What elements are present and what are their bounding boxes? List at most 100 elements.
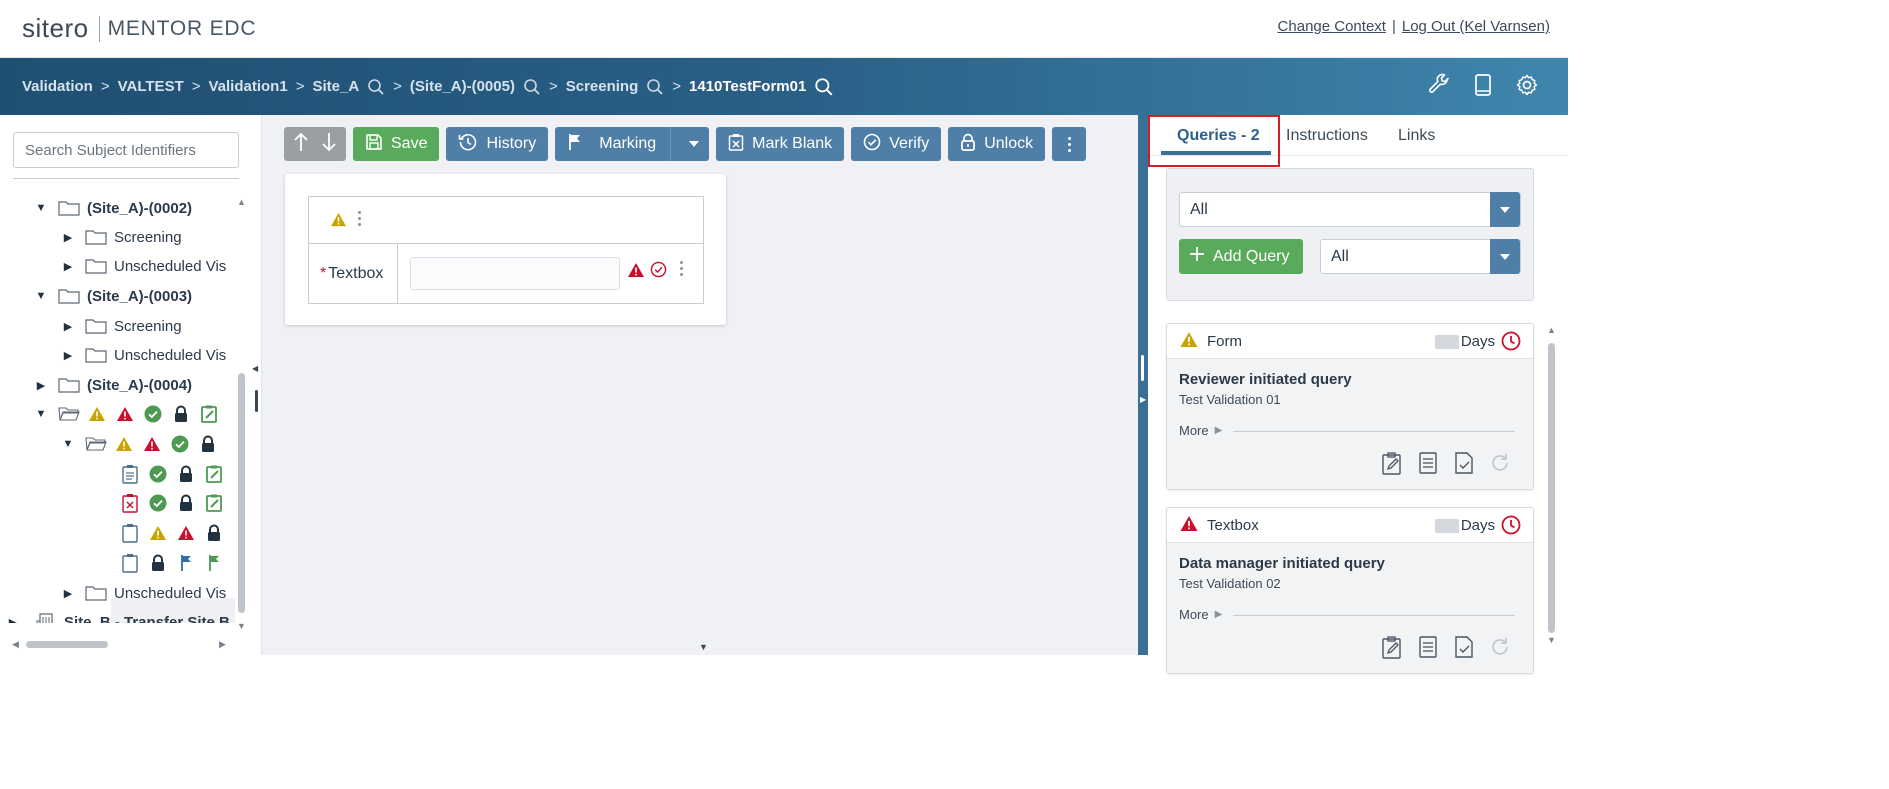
query-more-toggle[interactable]: More ▶: [1179, 423, 1222, 438]
scroll-up-icon[interactable]: ▲: [1547, 325, 1556, 335]
collapse-icon[interactable]: ▼: [34, 408, 48, 420]
query-more-toggle[interactable]: More ▶: [1179, 607, 1222, 622]
respond-icon[interactable]: [1381, 635, 1403, 664]
chevron-down-icon[interactable]: [1490, 239, 1520, 274]
status-filter-select[interactable]: All: [1179, 192, 1521, 227]
expand-icon[interactable]: ▶: [61, 231, 75, 244]
tree-node-subject[interactable]: ▶ (Site_A)-(0004): [34, 371, 192, 399]
tree-node-form-selected[interactable]: [120, 519, 223, 547]
tree-node-visit[interactable]: ▶ Unscheduled Vis: [61, 579, 227, 607]
tree-node-subject[interactable]: ▼ (Site_A)-(0002): [34, 194, 192, 222]
scroll-down-icon[interactable]: ▼: [1547, 635, 1556, 645]
verify-button[interactable]: Verify: [851, 127, 942, 161]
history-button[interactable]: History: [446, 127, 549, 161]
scroll-left-icon[interactable]: ◀: [12, 639, 19, 650]
form-search-icon[interactable]: [814, 77, 834, 97]
change-context-link[interactable]: Change Context: [1278, 18, 1386, 35]
tree-node-site[interactable]: ▶ Site_B - Transfer Site B: [6, 608, 230, 623]
query-card[interactable]: Form Days Reviewer initiated query Test …: [1166, 323, 1534, 490]
wrench-icon[interactable]: [1426, 72, 1452, 98]
collapse-icon[interactable]: ▼: [61, 438, 75, 450]
expand-icon[interactable]: ▶: [61, 260, 75, 273]
tree-node-visit[interactable]: ▶ Unscheduled Vis: [61, 341, 227, 369]
tree-node-form[interactable]: [120, 549, 223, 577]
add-query-button[interactable]: Add Query: [1179, 239, 1303, 274]
scroll-right-icon[interactable]: ▶: [219, 639, 226, 650]
details-icon[interactable]: [1417, 635, 1439, 664]
breadcrumb-item-site[interactable]: Site_A: [312, 78, 359, 95]
tablet-icon[interactable]: [1470, 72, 1496, 98]
tree-horizontal-scrollbar[interactable]: ◀ ▶: [12, 639, 229, 650]
breadcrumb-item-study[interactable]: Validation: [22, 78, 93, 95]
form-menu-icon[interactable]: [358, 211, 361, 226]
query-card[interactable]: Textbox Days Data manager initiated quer…: [1166, 507, 1534, 674]
field-menu-icon[interactable]: [680, 261, 683, 276]
expand-icon[interactable]: ▶: [61, 320, 75, 333]
scroll-down-icon[interactable]: ▼: [237, 621, 246, 631]
tree-node-form[interactable]: [120, 489, 223, 517]
scroll-thumb[interactable]: [26, 641, 108, 648]
close-query-icon[interactable]: [1453, 635, 1475, 664]
mark-blank-label: Mark Blank: [752, 135, 833, 152]
splitter-grip[interactable]: [1141, 355, 1144, 381]
unlock-button[interactable]: Unlock: [948, 127, 1046, 161]
subject-tree-panel: ▼ (Site_A)-(0002) ▶ Screening ▶ Unschedu…: [0, 115, 262, 655]
breadcrumb-item-version[interactable]: Validation1: [209, 78, 288, 95]
error-icon[interactable]: [627, 262, 645, 283]
breadcrumb-item-environment[interactable]: VALTEST: [118, 78, 184, 95]
tree-vertical-scrollbar[interactable]: ▲ ▼: [237, 197, 247, 631]
collapse-sidebar-icon[interactable]: ◀: [252, 364, 258, 373]
panel-splitter[interactable]: ▶: [1138, 115, 1148, 655]
site-search-icon[interactable]: [367, 78, 385, 96]
expand-panel-icon[interactable]: ▶: [1140, 395, 1146, 404]
verify-status-icon[interactable]: [650, 261, 667, 283]
gear-icon[interactable]: [1514, 72, 1540, 98]
more-actions-button[interactable]: [1052, 127, 1087, 161]
type-filter-select[interactable]: All: [1320, 239, 1521, 274]
scroll-down-caret-icon[interactable]: ▼: [699, 642, 708, 652]
logout-link[interactable]: Log Out (Kel Varnsen): [1402, 18, 1550, 35]
reopen-icon[interactable]: [1489, 451, 1511, 480]
visit-search-icon[interactable]: [646, 78, 664, 96]
scroll-thumb[interactable]: [238, 373, 245, 613]
arrow-up-icon[interactable]: [294, 132, 308, 157]
tree-node-visit[interactable]: ▶ Unscheduled Vis: [61, 252, 227, 280]
close-query-icon[interactable]: [1453, 451, 1475, 480]
tab-instructions[interactable]: Instructions: [1286, 127, 1368, 145]
details-icon[interactable]: [1417, 451, 1439, 480]
subject-search-icon[interactable]: [523, 78, 541, 96]
save-button[interactable]: Save: [353, 127, 440, 161]
expand-icon[interactable]: ▶: [61, 349, 75, 362]
collapse-icon[interactable]: ▼: [34, 290, 48, 302]
warning-icon[interactable]: [330, 212, 347, 232]
scroll-up-icon[interactable]: ▲: [237, 197, 246, 207]
tree-node-subject[interactable]: ▼ (Site_A)-(0003): [34, 282, 192, 310]
arrow-down-icon[interactable]: [322, 132, 336, 157]
plus-icon: [1189, 246, 1205, 267]
expand-icon[interactable]: ▶: [34, 379, 48, 392]
mark-blank-button[interactable]: Mark Blank: [716, 127, 845, 161]
breadcrumb-item-subject[interactable]: (Site_A)-(0005): [410, 78, 515, 95]
textbox-input[interactable]: [410, 257, 620, 290]
tree-node-subject-status[interactable]: ▼: [34, 400, 218, 428]
sidebar-resize-handle[interactable]: [255, 390, 258, 412]
respond-icon[interactable]: [1381, 451, 1403, 480]
marking-button[interactable]: Marking: [555, 127, 710, 161]
tab-links[interactable]: Links: [1398, 127, 1435, 145]
subject-search-input[interactable]: [13, 132, 239, 168]
reopen-icon[interactable]: [1489, 635, 1511, 664]
tree-node-visit[interactable]: ▶ Screening: [61, 223, 182, 251]
expand-icon[interactable]: ▶: [61, 587, 75, 600]
marking-dropdown-icon[interactable]: [679, 140, 709, 148]
more-vertical-icon: [1067, 136, 1071, 152]
query-card-header: Form Days: [1167, 324, 1533, 359]
chevron-down-icon[interactable]: [1490, 192, 1520, 227]
collapse-icon[interactable]: ▼: [34, 202, 48, 214]
breadcrumb-item-visit[interactable]: Screening: [566, 78, 639, 95]
queries-scrollbar[interactable]: ▲ ▼: [1546, 325, 1558, 650]
scroll-thumb[interactable]: [1548, 343, 1555, 633]
tree-node-form[interactable]: [120, 460, 223, 488]
tree-node-visit-status[interactable]: ▼: [61, 430, 217, 458]
expand-icon[interactable]: ▶: [6, 616, 20, 624]
tree-node-visit[interactable]: ▶ Screening: [61, 312, 182, 340]
